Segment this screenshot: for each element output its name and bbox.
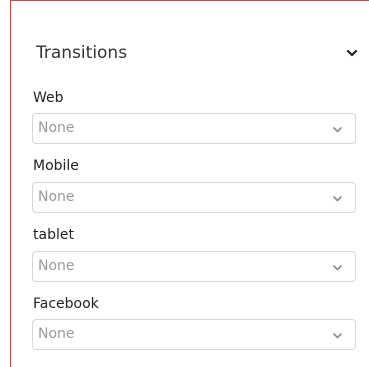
web-select[interactable]: None bbox=[32, 113, 356, 144]
facebook-select[interactable]: None bbox=[32, 319, 356, 350]
panel-title: Transitions bbox=[36, 43, 128, 63]
chevron-down-icon bbox=[333, 333, 342, 339]
chevron-down-icon bbox=[333, 265, 342, 271]
tablet-select-value: None bbox=[38, 258, 75, 274]
mobile-select-value: None bbox=[38, 189, 75, 205]
web-label: Web bbox=[33, 90, 64, 106]
facebook-select-value: None bbox=[38, 326, 75, 342]
tablet-label: tablet bbox=[33, 227, 74, 243]
mobile-label: Mobile bbox=[33, 158, 79, 174]
transitions-header[interactable]: Transitions bbox=[36, 39, 358, 67]
mobile-select[interactable]: None bbox=[32, 182, 356, 213]
chevron-down-icon[interactable] bbox=[346, 48, 358, 58]
web-select-value: None bbox=[38, 120, 75, 136]
facebook-label: Facebook bbox=[33, 296, 99, 312]
chevron-down-icon bbox=[333, 196, 342, 202]
chevron-down-icon bbox=[333, 127, 342, 133]
tablet-select[interactable]: None bbox=[32, 251, 356, 282]
